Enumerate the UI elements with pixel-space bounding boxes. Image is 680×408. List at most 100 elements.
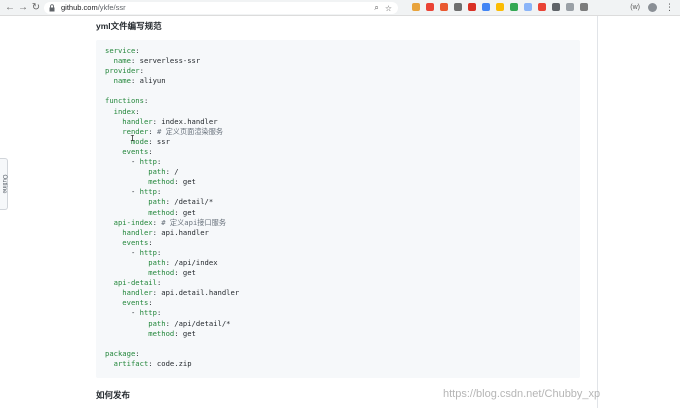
code-line: functions:: [105, 96, 239, 106]
code-value: :: [152, 217, 162, 227]
code-line: method: get: [105, 208, 239, 218]
code-key: index: [105, 106, 136, 116]
code-line: api-detail:: [105, 278, 239, 288]
code-line: method: get: [105, 268, 239, 278]
extension-icon[interactable]: [580, 3, 588, 11]
code-value: : get: [174, 328, 196, 338]
code-line: api-index: # 定义api接口服务: [105, 218, 239, 228]
code-key: service: [105, 46, 136, 55]
extension-icon[interactable]: [538, 3, 546, 11]
code-comment: # 定义api接口服务: [161, 217, 227, 227]
extension-icon[interactable]: [482, 3, 490, 11]
extensions-bar: [412, 3, 588, 11]
code-value: :: [139, 66, 144, 76]
code-comment: # 定义页面渲染服务: [156, 126, 224, 136]
code-key: mode: [105, 136, 149, 146]
code-line: path: /api/index: [105, 258, 239, 268]
code-key: http: [139, 247, 157, 257]
extension-icon[interactable]: [468, 3, 476, 11]
code-value: : ssr: [148, 136, 170, 146]
code-value: :: [156, 187, 162, 197]
code-line: method: get: [105, 177, 239, 187]
section-heading: yml文件编写规范: [96, 21, 162, 31]
code-value: : /detail/*: [165, 197, 214, 207]
reload-icon[interactable]: ↻: [30, 2, 42, 14]
url-text[interactable]: github.com/ykfe/ssr: [61, 2, 126, 14]
code-key: method: [105, 268, 175, 278]
code-value: -: [105, 247, 140, 257]
code-line: path: /detail/*: [105, 197, 239, 207]
yaml-code: service: name: serverless-ssr provider: n…: [105, 46, 239, 369]
code-line: handler: api.handler: [105, 228, 239, 238]
code-key: http: [139, 308, 157, 318]
code-value: : get: [174, 177, 196, 187]
outline-toggle[interactable]: Outline: [0, 158, 8, 210]
code-key: method: [105, 177, 175, 187]
extension-icon[interactable]: [412, 3, 420, 11]
code-key: artifact: [105, 358, 149, 368]
code-line: name: serverless-ssr: [105, 56, 239, 66]
code-value: :: [135, 106, 140, 116]
code-line: - http:: [105, 308, 239, 318]
code-key: handler: [105, 227, 153, 237]
code-value: : index.handler: [152, 116, 218, 126]
code-line: events:: [105, 298, 239, 308]
extension-icon[interactable]: [510, 3, 518, 11]
extension-icon[interactable]: [566, 3, 574, 11]
code-line: name: aliyun: [105, 76, 239, 86]
text-cursor-icon: I: [130, 134, 135, 143]
code-line: artifact: code.zip: [105, 359, 239, 369]
extension-icon[interactable]: [426, 3, 434, 11]
code-value: : serverless-ssr: [130, 56, 201, 66]
extension-label[interactable]: (w): [630, 4, 640, 11]
code-line: mode: ssr: [105, 137, 239, 147]
code-value: :: [148, 146, 153, 156]
code-value: :: [156, 247, 162, 257]
code-key: path: [105, 257, 166, 267]
code-key: name: [105, 56, 131, 66]
code-value: : aliyun: [130, 76, 166, 86]
code-line: method: get: [105, 329, 239, 339]
code-key: http: [139, 157, 157, 167]
code-key: api-detail: [105, 278, 157, 288]
code-line: path: /api/detail/*: [105, 319, 239, 329]
bookmark-star-icon[interactable]: ☆: [385, 4, 392, 13]
extension-icon[interactable]: [496, 3, 504, 11]
extension-icon[interactable]: [552, 3, 560, 11]
extension-icon[interactable]: [524, 3, 532, 11]
back-arrow-icon[interactable]: ←: [4, 2, 16, 14]
code-line: package:: [105, 349, 239, 359]
zoom-icon[interactable]: ⌕: [374, 3, 378, 13]
code-value: -: [105, 157, 140, 167]
section-heading-publish: 如何发布: [96, 390, 131, 400]
code-value: : code.zip: [148, 358, 192, 368]
code-key: path: [105, 197, 166, 207]
forward-arrow-icon[interactable]: →: [17, 2, 29, 14]
code-value: :: [148, 298, 153, 308]
code-value: : api.detail.handler: [152, 288, 240, 298]
browser-toolbar: ← → ↻ github.com/ykfe/ssr ⌕ ☆ (w) ⋮: [0, 0, 680, 16]
address-bar[interactable]: github.com/ykfe/ssr ⌕ ☆: [44, 2, 398, 14]
code-value: : get: [174, 268, 196, 278]
content-border: [597, 16, 598, 408]
code-value: :: [156, 157, 162, 167]
profile-avatar-icon[interactable]: [648, 3, 657, 12]
code-value: : /api/index: [165, 257, 218, 267]
code-key: handler: [105, 288, 153, 298]
extension-icon[interactable]: [440, 3, 448, 11]
url-path: /ykfe/ssr: [97, 3, 126, 12]
code-key: http: [139, 187, 157, 197]
code-key: functions: [105, 96, 144, 106]
code-line: service:: [105, 46, 239, 56]
extension-icon[interactable]: [454, 3, 462, 11]
watermark: https://blog.csdn.net/Chubby_xp: [443, 388, 601, 400]
code-value: :: [156, 308, 162, 318]
code-value: :: [143, 96, 149, 106]
code-value: :: [148, 126, 157, 136]
code-line: provider:: [105, 66, 239, 76]
code-key: method: [105, 207, 175, 217]
menu-kebab-icon[interactable]: ⋮: [665, 2, 674, 13]
code-key: provider: [105, 66, 140, 76]
outline-label: Outline: [1, 174, 7, 194]
